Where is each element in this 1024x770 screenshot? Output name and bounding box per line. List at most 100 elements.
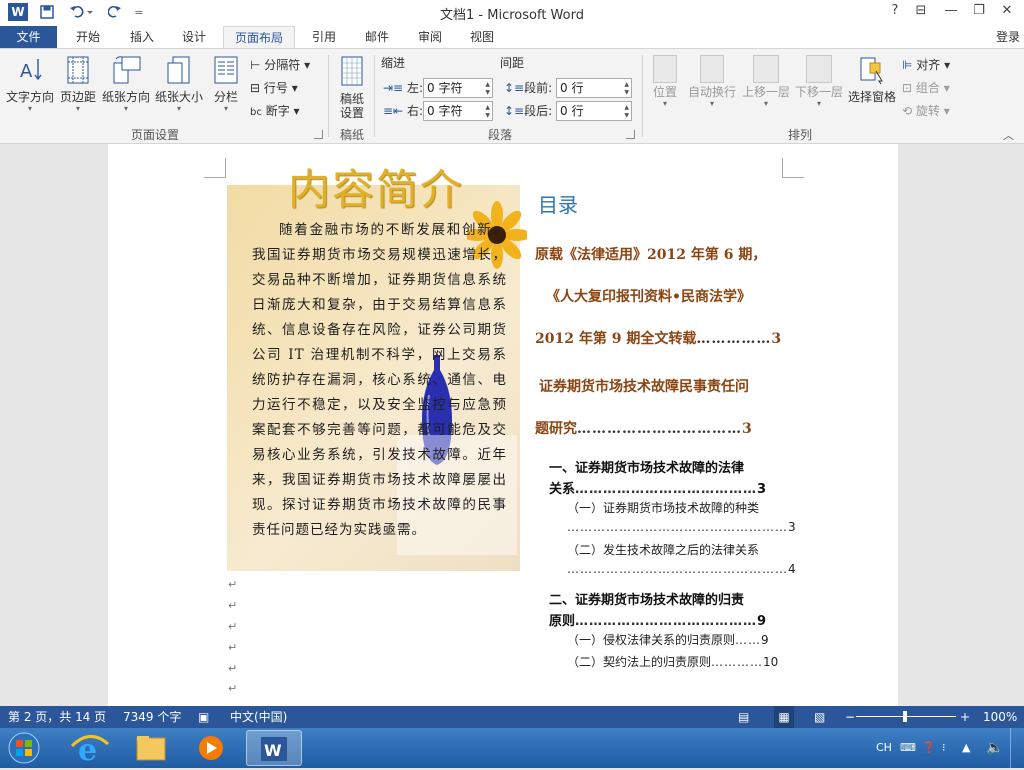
send-backward-icon <box>806 55 832 83</box>
word-count[interactable]: 7349 个字 <box>123 706 181 728</box>
page[interactable]: 内容简介 随着金融市场的不断发展和创新，我国证券期货市场交易规模迅速增长，交易品… <box>108 144 898 706</box>
tab-view[interactable]: 视图 <box>460 26 504 48</box>
selection-pane-label: 选择窗格 <box>847 90 896 104</box>
group-button[interactable]: ⊡ 组合 ▾ <box>902 78 950 98</box>
position-button[interactable]: 位置 ▾ <box>648 55 682 108</box>
tab-insert[interactable]: 插入 <box>120 26 164 48</box>
hyphenation-button[interactable]: bc 断字 ▾ <box>250 101 300 121</box>
selection-pane-button[interactable]: 选择窗格 <box>846 55 898 105</box>
toc-heading-2[interactable]: 二、证券期货市场技术故障的归责 <box>549 589 744 608</box>
indent-left-label: ⇥≡ 左: <box>383 81 423 95</box>
rotate-icon: ⟲ <box>902 104 913 118</box>
margins-button[interactable]: 页边距 ▾ <box>58 55 98 113</box>
page-count[interactable]: 第 2 页，共 14 页 <box>8 706 106 728</box>
toc-entry[interactable]: 证券期货市场技术故障民事责任问 <box>539 376 749 396</box>
bring-forward-button[interactable]: 上移一层 ▾ <box>740 55 792 108</box>
columns-button[interactable]: 分栏 ▾ <box>208 55 244 113</box>
tab-home[interactable]: 开始 <box>66 26 110 48</box>
print-layout-icon[interactable]: ▦ <box>774 706 794 728</box>
space-before-input[interactable]: 0 行 ▲ ▼ <box>556 78 632 98</box>
word-taskbar-button[interactable]: W <box>246 730 302 766</box>
tab-review[interactable]: 审阅 <box>408 26 452 48</box>
draft-settings-label: 稿纸 设置 <box>339 92 364 120</box>
read-mode-icon[interactable]: ▤ <box>738 706 749 728</box>
toc-subheading[interactable]: （二）发生技术故障之后的法律关系 <box>567 541 759 558</box>
align-button[interactable]: ⊫ 对齐 ▾ <box>902 55 950 75</box>
breaks-icon: ⊢ <box>250 58 261 72</box>
ribbon-display-options-icon[interactable]: ⊟ <box>910 3 932 21</box>
draft-settings-button[interactable]: 稿纸 设置 <box>334 55 370 120</box>
paragraph-launcher-icon[interactable] <box>626 130 635 139</box>
media-player-icon[interactable] <box>183 730 239 766</box>
space-before-icon: ↕≡ <box>504 81 525 95</box>
start-button[interactable] <box>0 730 50 766</box>
toc-subheading[interactable]: （二）契约法上的归责原则…………10 <box>567 653 778 670</box>
help-button[interactable]: ? <box>884 3 906 21</box>
size-button[interactable]: 纸张大小 ▾ <box>153 55 205 113</box>
indent-right-input[interactable]: 0 字符 ▲ ▼ <box>423 101 493 121</box>
web-layout-icon[interactable]: ▧ <box>814 706 825 728</box>
spacing-title: 间距 <box>500 56 525 70</box>
indent-left-input[interactable]: 0 字符 ▲ ▼ <box>423 78 493 98</box>
zoom-out-button[interactable]: − <box>845 706 855 728</box>
zoom-in-button[interactable]: + <box>960 706 970 728</box>
file-explorer-icon[interactable] <box>123 730 179 766</box>
help-tray-icon[interactable]: ❓ <box>922 728 936 768</box>
toc-source-line[interactable]: 2012 年第 9 期全文转载……………3 <box>535 328 781 348</box>
line-numbers-button[interactable]: ⊟ 行号 ▾ <box>250 78 298 98</box>
space-after-label: ↕≡段后: <box>504 104 553 118</box>
toc-entry[interactable]: 题研究……………………………3 <box>535 418 752 438</box>
restore-button[interactable]: ❐ <box>968 3 990 21</box>
svg-text:A: A <box>20 61 33 82</box>
orientation-button[interactable]: 纸张方向 ▾ <box>100 55 152 113</box>
close-button[interactable]: ✕ <box>996 3 1018 21</box>
space-after-icon: ↕≡ <box>504 104 525 118</box>
margins-icon <box>67 56 89 84</box>
intro-paragraph[interactable]: 随着金融市场的不断发展和创新，我国证券期货市场交易规模迅速增长，交易品种不断增加… <box>252 218 507 543</box>
show-hidden-icons[interactable]: ▲ <box>962 728 970 768</box>
toc-heading-1-cont[interactable]: 关系…………………………………3 <box>549 478 766 497</box>
group-icon: ⊡ <box>902 81 913 95</box>
login-link[interactable]: 登录 <box>996 26 1020 48</box>
toc-source-line[interactable]: 原载《法律适用》2012 年第 6 期， <box>535 244 766 264</box>
tab-page-layout[interactable]: 页面布局 <box>223 26 295 48</box>
columns-icon <box>214 56 238 84</box>
rotate-button[interactable]: ⟲ 旋转 ▾ <box>902 101 950 121</box>
toc-subheading[interactable]: （一）证券期货市场技术故障的种类 <box>567 499 759 516</box>
minimize-button[interactable]: — <box>940 3 962 21</box>
toc-subheading-cont[interactable]: ……………………………………………4 <box>567 562 796 576</box>
toc-source-line[interactable]: 《人大复印报刊资料•民商法学》 <box>546 286 751 306</box>
tab-references[interactable]: 引用 <box>302 26 346 48</box>
toc-heading-1[interactable]: 一、证券期货市场技术故障的法律 <box>549 457 744 476</box>
internet-explorer-icon[interactable]: e <box>62 730 118 768</box>
zoom-level[interactable]: 100% <box>983 706 1017 728</box>
position-label: 位置 <box>652 85 677 99</box>
tab-design[interactable]: 设计 <box>172 26 216 48</box>
paper-size-icon <box>167 56 190 84</box>
zoom-slider-thumb[interactable] <box>903 711 907 722</box>
tab-file[interactable]: 文件 <box>0 26 57 48</box>
crop-mark <box>782 158 804 178</box>
toc-heading-2-cont[interactable]: 原则…………………………………9 <box>549 610 766 629</box>
show-desktop-button[interactable] <box>1010 728 1024 768</box>
toc-subheading-cont[interactable]: ……………………………………………3 <box>567 520 796 534</box>
send-backward-button[interactable]: 下移一层 ▾ <box>793 55 845 108</box>
keyboard-icon[interactable]: ⌨ <box>900 728 916 768</box>
collapse-ribbon-icon[interactable]: ︿ <box>1003 127 1014 143</box>
orientation-label: 纸张方向 <box>101 90 150 104</box>
proofing-icon[interactable]: ▣ <box>198 706 209 728</box>
bring-forward-label: 上移一层 <box>741 85 790 99</box>
language-indicator[interactable]: 中文(中国) <box>230 706 287 728</box>
text-direction-button[interactable]: A 文字方向 ▾ <box>4 55 56 113</box>
breaks-button[interactable]: ⊢ 分隔符 ▾ <box>250 55 310 75</box>
volume-icon[interactable]: 🔈 <box>986 728 1003 768</box>
wrap-text-button[interactable]: 自动换行 ▾ <box>686 55 738 108</box>
page-setup-launcher-icon[interactable] <box>314 130 323 139</box>
input-language[interactable]: CH <box>876 728 892 768</box>
page-setup-group-label: 页面设置 <box>130 128 179 142</box>
space-after-input[interactable]: 0 行 ▲ ▼ <box>556 101 632 121</box>
toc-subheading[interactable]: （一）侵权法律关系的归责原则……9 <box>567 631 769 648</box>
tray-options-icon[interactable]: ⁝ <box>942 728 946 768</box>
tab-mailings[interactable]: 邮件 <box>355 26 399 48</box>
paragraph-mark: ↵ <box>228 641 238 654</box>
